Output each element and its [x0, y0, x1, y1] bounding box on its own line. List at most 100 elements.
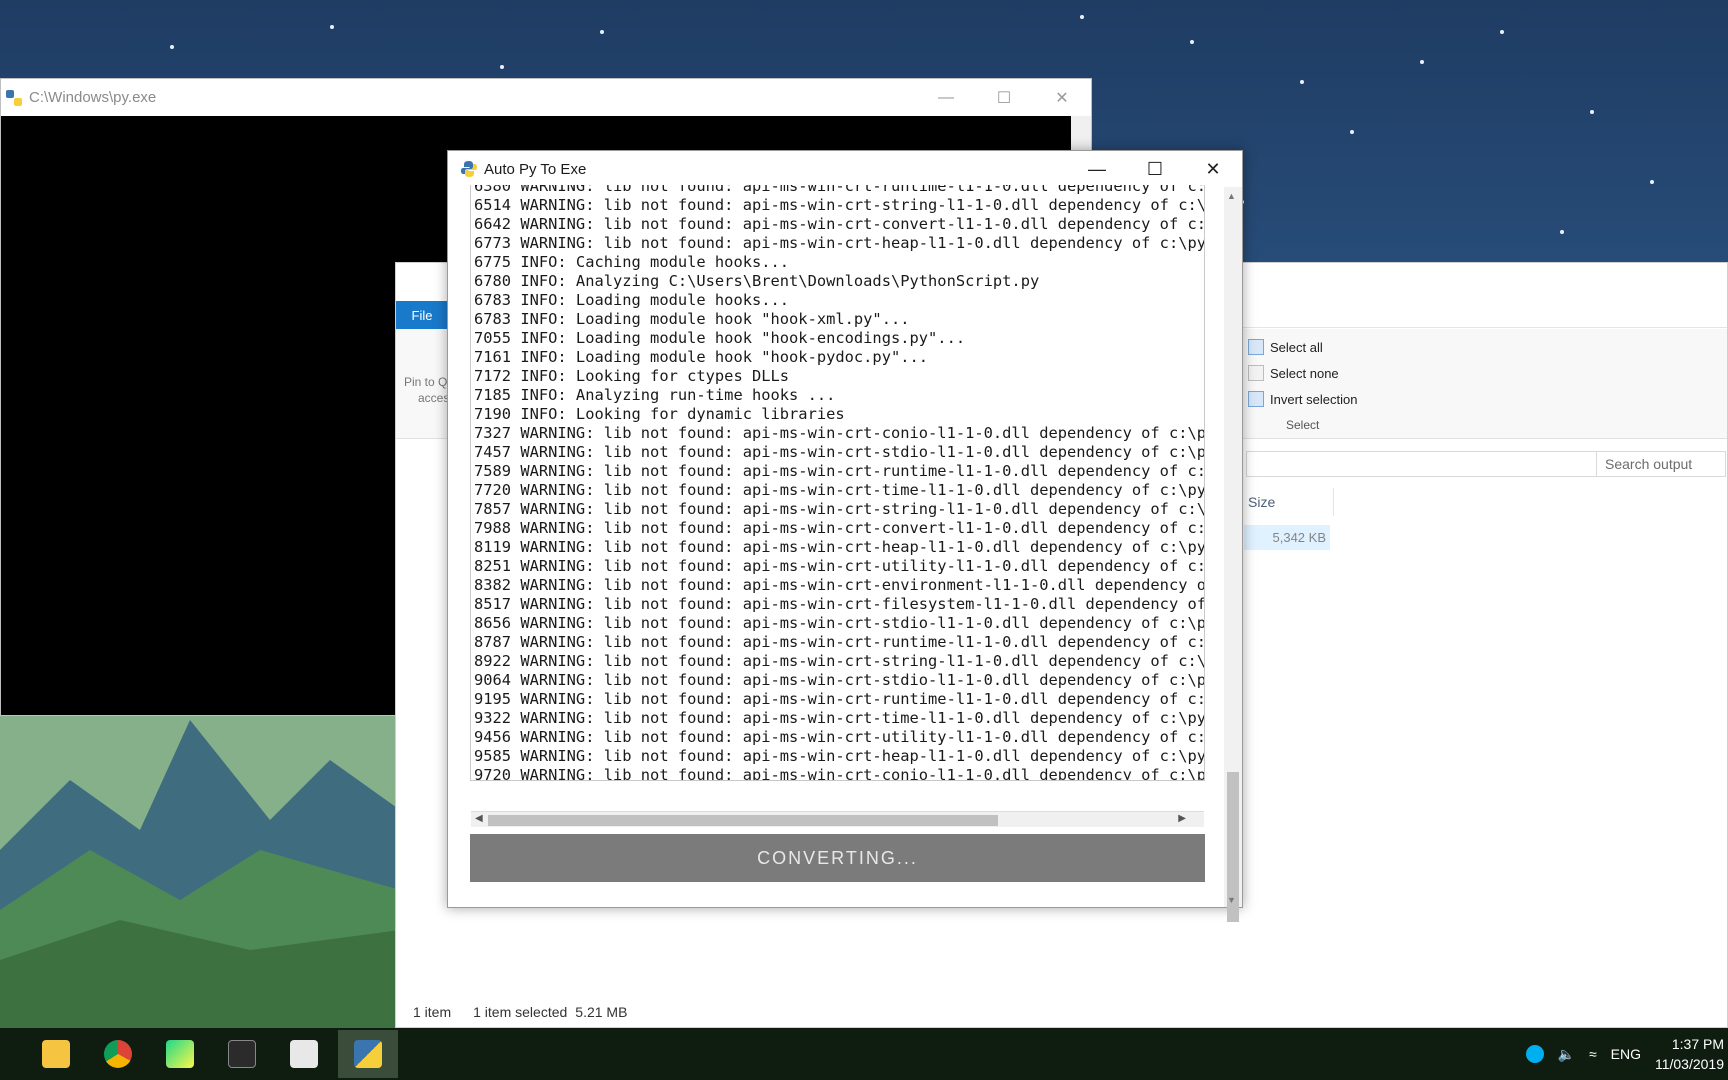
log-line: 7161 INFO: Loading module hook "hook-pyd… — [474, 348, 929, 366]
python-file-icon — [290, 1040, 318, 1068]
log-line: 7172 INFO: Looking for ctypes DLLs — [474, 367, 790, 385]
log-line: 8656 WARNING: lib not found: api-ms-win-… — [474, 614, 1205, 632]
auto-py-to-exe-taskbar-icon[interactable] — [338, 1030, 398, 1078]
scroll-right-icon[interactable]: ▶ — [1178, 813, 1186, 824]
log-line: 9456 WARNING: lib not found: api-ms-win-… — [474, 728, 1205, 746]
log-line: 9195 WARNING: lib not found: api-ms-win-… — [474, 690, 1205, 708]
language-indicator[interactable]: ENG — [1611, 1046, 1641, 1062]
status-count: 1 item — [413, 1004, 452, 1020]
log-line: 6773 WARNING: lib not found: api-ms-win-… — [474, 234, 1205, 252]
wifi-icon[interactable]: ≈ — [1589, 1046, 1597, 1062]
log-line: 9064 WARNING: lib not found: api-ms-win-… — [474, 671, 1205, 689]
maximize-icon[interactable]: ☐ — [975, 79, 1033, 116]
chrome-taskbar-icon[interactable] — [88, 1030, 148, 1078]
star — [1350, 130, 1354, 134]
log-line: 9720 WARNING: lib not found: api-ms-win-… — [474, 766, 1205, 781]
log-line: 8787 WARNING: lib not found: api-ms-win-… — [474, 633, 1205, 651]
log-line: 8119 WARNING: lib not found: api-ms-win-… — [474, 538, 1205, 556]
convert-button[interactable]: CONVERTING... — [470, 834, 1205, 882]
log-line: 6775 INFO: Caching module hooks... — [474, 253, 790, 271]
python-icon — [6, 89, 22, 106]
search-input[interactable]: Search output — [1596, 451, 1726, 477]
close-icon[interactable]: ✕ — [1033, 79, 1091, 116]
file-size-cell[interactable]: 5,342 KB — [1244, 525, 1330, 550]
log-line: 6514 WARNING: lib not found: api-ms-win-… — [474, 196, 1205, 214]
select-none-icon — [1248, 365, 1264, 381]
select-none-button[interactable]: Select none — [1248, 365, 1339, 381]
select-all-button[interactable]: Select all — [1248, 339, 1323, 355]
select-all-icon — [1248, 339, 1264, 355]
star — [1650, 180, 1654, 184]
file-tab[interactable]: File — [396, 301, 448, 329]
python-logo-icon — [461, 161, 477, 177]
log-line: 7720 WARNING: lib not found: api-ms-win-… — [474, 481, 1205, 499]
folder-icon — [42, 1040, 70, 1068]
log-line: 6783 INFO: Loading module hook "hook-xml… — [474, 310, 910, 328]
log-line: 7185 INFO: Analyzing run-time hooks ... — [474, 386, 836, 404]
system-tray: 🔈 ≈ ENG 1:37 PM 11/03/2019 — [1525, 1028, 1728, 1080]
scroll-down-icon[interactable]: ▼ — [1227, 895, 1236, 905]
log-line: 6780 INFO: Analyzing C:\Users\Brent\Down… — [474, 272, 1040, 290]
log-line: 6783 INFO: Loading module hooks... — [474, 291, 790, 309]
wallpaper-hills — [0, 700, 400, 1030]
invert-selection-icon — [1248, 391, 1264, 407]
skype-icon[interactable] — [1525, 1045, 1544, 1063]
clock-date: 11/03/2019 — [1654, 1056, 1724, 1072]
python-file-taskbar-icon[interactable] — [274, 1030, 334, 1078]
python-icon — [354, 1040, 382, 1068]
log-line: 7190 INFO: Looking for dynamic libraries — [474, 405, 845, 423]
clock[interactable]: 1:37 PM 11/03/2019 — [1655, 1034, 1724, 1074]
chrome-icon — [104, 1040, 132, 1068]
output-log[interactable]: 6380 WARNING: lib not found: api-ms-win-… — [470, 185, 1205, 781]
file-explorer-taskbar-icon[interactable] — [26, 1030, 86, 1078]
star — [170, 45, 174, 49]
log-line: 7857 WARNING: lib not found: api-ms-win-… — [474, 500, 1205, 518]
terminal-taskbar-icon[interactable] — [212, 1030, 272, 1078]
horizontal-scrollbar[interactable]: ◀ ▶ — [471, 811, 1204, 827]
log-lines: 6380 WARNING: lib not found: api-ms-win-… — [474, 185, 1205, 781]
pycharm-icon — [166, 1040, 194, 1068]
log-line: 9322 WARNING: lib not found: api-ms-win-… — [474, 709, 1205, 727]
log-line: 7589 WARNING: lib not found: api-ms-win-… — [474, 462, 1205, 480]
star — [1500, 30, 1504, 34]
invert-selection-button[interactable]: Invert selection — [1248, 391, 1357, 407]
size-column-header[interactable]: Size — [1244, 488, 1334, 516]
select-group-label: Select — [1286, 418, 1320, 432]
scroll-up-icon[interactable]: ▲ — [1227, 191, 1236, 201]
star — [1590, 110, 1594, 114]
log-line: 8517 WARNING: lib not found: api-ms-win-… — [474, 595, 1205, 613]
minimize-icon[interactable]: — — [1068, 151, 1126, 187]
star — [1080, 15, 1084, 19]
auto-py-to-exe-window[interactable]: Auto Py To Exe — ☐ ✕ 6380 WARNING: lib n… — [447, 150, 1243, 922]
log-line: 7457 WARNING: lib not found: api-ms-win-… — [474, 443, 1205, 461]
app-title: Auto Py To Exe — [484, 160, 587, 178]
terminal-icon — [228, 1040, 256, 1068]
star — [600, 30, 604, 34]
minimize-icon[interactable]: — — [917, 79, 975, 116]
console-title: C:\Windows\py.exe — [29, 89, 157, 106]
star — [1300, 80, 1304, 84]
log-line: 8251 WARNING: lib not found: api-ms-win-… — [474, 557, 1205, 575]
navigation-pane[interactable] — [396, 439, 446, 997]
log-line: 8922 WARNING: lib not found: api-ms-win-… — [474, 652, 1205, 670]
scroll-left-icon[interactable]: ◀ — [475, 813, 483, 824]
clock-time: 1:37 PM — [1671, 1036, 1724, 1052]
pycharm-taskbar-icon[interactable] — [150, 1030, 210, 1078]
log-line: 9585 WARNING: lib not found: api-ms-win-… — [474, 747, 1205, 765]
star — [500, 65, 504, 69]
log-line: 7055 INFO: Loading module hook "hook-enc… — [474, 329, 966, 347]
status-selected: 1 item selected — [473, 1004, 568, 1020]
app-vertical-scrollbar[interactable]: ▲ ▼ — [1224, 187, 1242, 922]
maximize-icon[interactable]: ☐ — [1126, 151, 1184, 187]
volume-icon[interactable]: 🔈 — [1558, 1046, 1575, 1063]
horizontal-scroll-thumb[interactable] — [488, 815, 998, 826]
log-line: 7988 WARNING: lib not found: api-ms-win-… — [474, 519, 1205, 537]
star — [1190, 40, 1194, 44]
star — [330, 25, 334, 29]
close-icon[interactable]: ✕ — [1184, 151, 1242, 187]
log-line: 6642 WARNING: lib not found: api-ms-win-… — [474, 215, 1205, 233]
mountain-illustration — [0, 700, 400, 1030]
log-line: 6380 WARNING: lib not found: api-ms-win-… — [474, 185, 1205, 195]
log-line: 7327 WARNING: lib not found: api-ms-win-… — [474, 424, 1205, 442]
status-size: 5.21 MB — [575, 1004, 628, 1020]
